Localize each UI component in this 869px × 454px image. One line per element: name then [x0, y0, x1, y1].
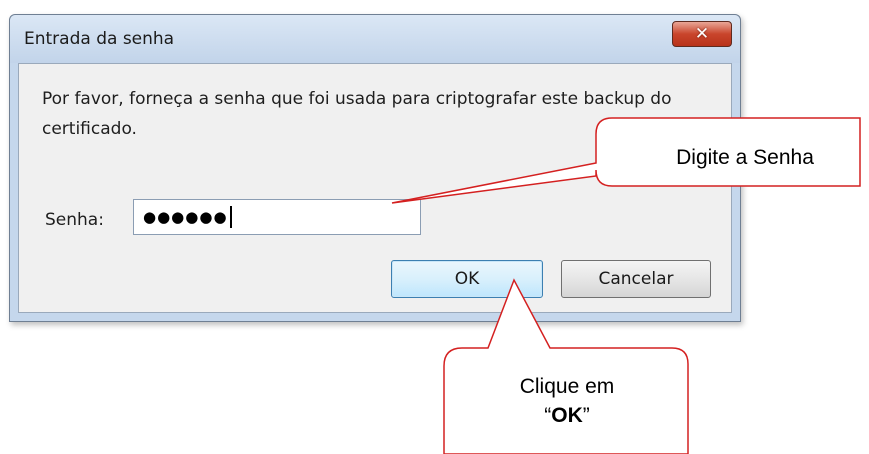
- dialog-title: Entrada da senha: [24, 29, 175, 49]
- password-input[interactable]: ●●●●●●: [133, 199, 421, 235]
- ok-callout-text: Clique em “OK”: [447, 372, 687, 430]
- ok-callout-prefix: Clique em: [519, 375, 615, 398]
- dialog-body: Por favor, forneça a senha que foi usada…: [18, 63, 732, 313]
- text-caret: [229, 206, 232, 228]
- dialog-message: Por favor, forneça a senha que foi usada…: [42, 89, 672, 139]
- password-dialog: Entrada da senha ✕ Por favor, forneça a …: [9, 14, 741, 322]
- close-button[interactable]: ✕: [672, 21, 732, 47]
- password-masked-value: ●●●●●●: [143, 208, 228, 226]
- password-label: Senha:: [45, 210, 104, 230]
- title-bar[interactable]: Entrada da senha ✕: [10, 15, 740, 63]
- ok-callout-bold: OK: [551, 404, 583, 427]
- cancel-button[interactable]: Cancelar: [561, 260, 711, 298]
- ok-button-label: OK: [454, 269, 480, 289]
- close-icon: ✕: [694, 23, 710, 44]
- password-callout-text: Digite a Senha: [676, 146, 814, 169]
- ok-callout-close-quote: ”: [582, 404, 590, 427]
- cancel-button-label: Cancelar: [598, 269, 674, 289]
- ok-button[interactable]: OK: [391, 260, 543, 298]
